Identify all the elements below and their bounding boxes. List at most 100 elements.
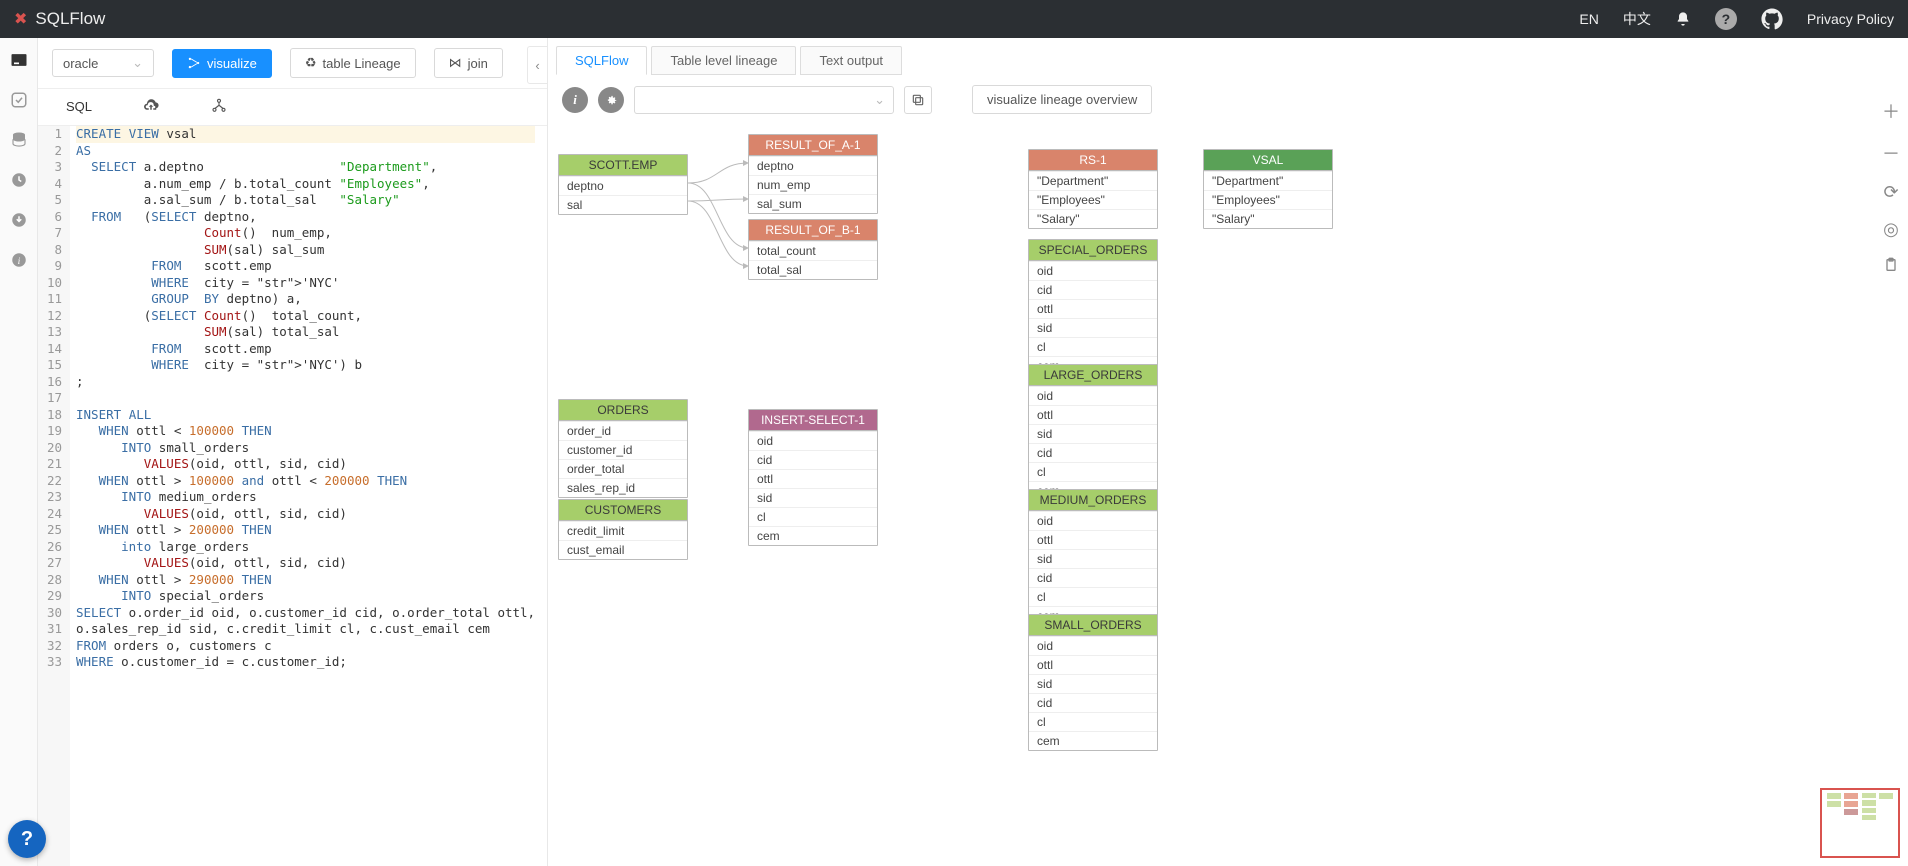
zoom-in-icon[interactable]: ＋: [1882, 98, 1900, 124]
node-column[interactable]: oid: [749, 431, 877, 450]
target-icon[interactable]: ◎: [1882, 219, 1900, 240]
node-orders[interactable]: ORDERSorder_idcustomer_idorder_totalsale…: [558, 399, 688, 498]
notifications-icon[interactable]: [1675, 11, 1691, 27]
privacy-link[interactable]: Privacy Policy: [1807, 11, 1894, 27]
node-large-orders[interactable]: LARGE_ORDERSoidottlsidcidclcem: [1028, 364, 1158, 501]
node-column[interactable]: order_id: [559, 421, 687, 440]
github-icon[interactable]: [1761, 8, 1783, 30]
tab-sql[interactable]: SQL: [66, 97, 92, 115]
node-column[interactable]: ottl: [1029, 299, 1157, 318]
node-column[interactable]: oid: [1029, 386, 1157, 405]
tab-sqlflow[interactable]: SQLFlow: [556, 46, 647, 75]
node-column[interactable]: deptno: [749, 156, 877, 175]
join-button[interactable]: ⋈ join: [434, 48, 503, 78]
node-column[interactable]: sid: [1029, 318, 1157, 337]
collapse-left-icon[interactable]: ‹: [527, 46, 547, 84]
node-column[interactable]: ottl: [749, 469, 877, 488]
node-scott-emp[interactable]: SCOTT.EMPdeptnosal: [558, 154, 688, 215]
header-right: EN 中文 ? Privacy Policy: [1579, 8, 1894, 30]
node-column[interactable]: cl: [1029, 712, 1157, 731]
lang-en[interactable]: EN: [1579, 11, 1598, 27]
clipboard-icon[interactable]: [1882, 256, 1900, 279]
node-column[interactable]: "Department": [1029, 171, 1157, 190]
node-column[interactable]: total_sal: [749, 260, 877, 279]
hierarchy-icon[interactable]: [210, 97, 228, 115]
info-icon[interactable]: i: [9, 250, 29, 270]
node-special-orders[interactable]: SPECIAL_ORDERSoidcidottlsidclcem: [1028, 239, 1158, 376]
info-button[interactable]: i: [562, 87, 588, 113]
node-column[interactable]: cl: [1029, 337, 1157, 356]
tab-table-lineage[interactable]: Table level lineage: [651, 46, 796, 75]
node-column[interactable]: num_emp: [749, 175, 877, 194]
node-small-orders[interactable]: SMALL_ORDERSoidottlsidcidclcem: [1028, 614, 1158, 751]
node-column[interactable]: sid: [749, 488, 877, 507]
node-column[interactable]: cem: [749, 526, 877, 545]
visualize-overview-button[interactable]: visualize lineage overview: [972, 85, 1152, 114]
node-column[interactable]: sid: [1029, 424, 1157, 443]
node-column[interactable]: "Salary": [1204, 209, 1332, 228]
copy-button[interactable]: [904, 86, 932, 114]
sql-icon[interactable]: [9, 50, 29, 70]
check-icon[interactable]: [9, 90, 29, 110]
node-column[interactable]: order_total: [559, 459, 687, 478]
node-column[interactable]: ottl: [1029, 530, 1157, 549]
sql-editor[interactable]: 1234567891011121314151617181920212223242…: [38, 126, 547, 866]
node-title: RS-1: [1029, 150, 1157, 171]
node-column[interactable]: cid: [1029, 280, 1157, 299]
diagram-canvas[interactable]: SCOTT.EMPdeptnosal RESULT_OF_A-1deptnonum…: [548, 124, 1908, 866]
node-column[interactable]: cl: [1029, 587, 1157, 606]
node-column[interactable]: cl: [749, 507, 877, 526]
node-column[interactable]: total_count: [749, 241, 877, 260]
node-column[interactable]: cl: [1029, 462, 1157, 481]
node-column[interactable]: credit_limit: [559, 521, 687, 540]
lang-zh[interactable]: 中文: [1623, 9, 1651, 29]
table-lineage-button[interactable]: ♻ table Lineage: [290, 48, 416, 78]
node-rs1[interactable]: RS-1"Department""Employees""Salary": [1028, 149, 1158, 229]
node-column[interactable]: ottl: [1029, 405, 1157, 424]
node-column[interactable]: oid: [1029, 261, 1157, 280]
canvas-tools: ＋ － ⟳ ◎: [1882, 98, 1900, 279]
refresh-icon[interactable]: ⟳: [1882, 182, 1900, 203]
recycle-icon: ♻: [305, 55, 317, 71]
node-vsal[interactable]: VSAL"Department""Employees""Salary": [1203, 149, 1333, 229]
code-content[interactable]: CREATE VIEW vsalAS SELECT a.deptno "Depa…: [70, 126, 541, 866]
node-column[interactable]: "Department": [1204, 171, 1332, 190]
download-icon[interactable]: [9, 210, 29, 230]
visualize-button[interactable]: visualize: [172, 49, 272, 78]
database-icon[interactable]: [9, 130, 29, 150]
node-column[interactable]: sid: [1029, 549, 1157, 568]
upload-icon[interactable]: [142, 97, 160, 115]
node-insert-select[interactable]: INSERT-SELECT-1oidcidottlsidclcem: [748, 409, 878, 546]
node-medium-orders[interactable]: MEDIUM_ORDERSoidottlsidcidclcem: [1028, 489, 1158, 626]
node-column[interactable]: "Employees": [1204, 190, 1332, 209]
node-column[interactable]: "Employees": [1029, 190, 1157, 209]
settings-button[interactable]: [598, 87, 624, 113]
node-column[interactable]: cem: [1029, 731, 1157, 750]
node-column[interactable]: deptno: [559, 176, 687, 195]
node-customers[interactable]: CUSTOMERScredit_limitcust_email: [558, 499, 688, 560]
tab-text-output[interactable]: Text output: [800, 46, 902, 75]
help-icon[interactable]: ?: [1715, 8, 1737, 30]
node-column[interactable]: oid: [1029, 511, 1157, 530]
node-column[interactable]: cust_email: [559, 540, 687, 559]
zoom-out-icon[interactable]: －: [1882, 140, 1900, 166]
node-column[interactable]: oid: [1029, 636, 1157, 655]
node-column[interactable]: sal: [559, 195, 687, 214]
node-column[interactable]: customer_id: [559, 440, 687, 459]
node-column[interactable]: cid: [749, 450, 877, 469]
node-column[interactable]: sid: [1029, 674, 1157, 693]
node-result-b[interactable]: RESULT_OF_B-1total_counttotal_sal: [748, 219, 878, 280]
node-column[interactable]: sal_sum: [749, 194, 877, 213]
node-column[interactable]: ottl: [1029, 655, 1157, 674]
node-column[interactable]: cid: [1029, 568, 1157, 587]
help-fab[interactable]: ?: [8, 820, 46, 858]
node-column[interactable]: "Salary": [1029, 209, 1157, 228]
clock-icon[interactable]: [9, 170, 29, 190]
node-column[interactable]: sales_rep_id: [559, 478, 687, 497]
node-column[interactable]: cid: [1029, 693, 1157, 712]
table-search-select[interactable]: ⌄: [634, 86, 894, 114]
db-select[interactable]: oracle ⌄: [52, 49, 154, 77]
minimap[interactable]: [1820, 788, 1900, 858]
node-result-a[interactable]: RESULT_OF_A-1deptnonum_empsal_sum: [748, 134, 878, 214]
node-column[interactable]: cid: [1029, 443, 1157, 462]
